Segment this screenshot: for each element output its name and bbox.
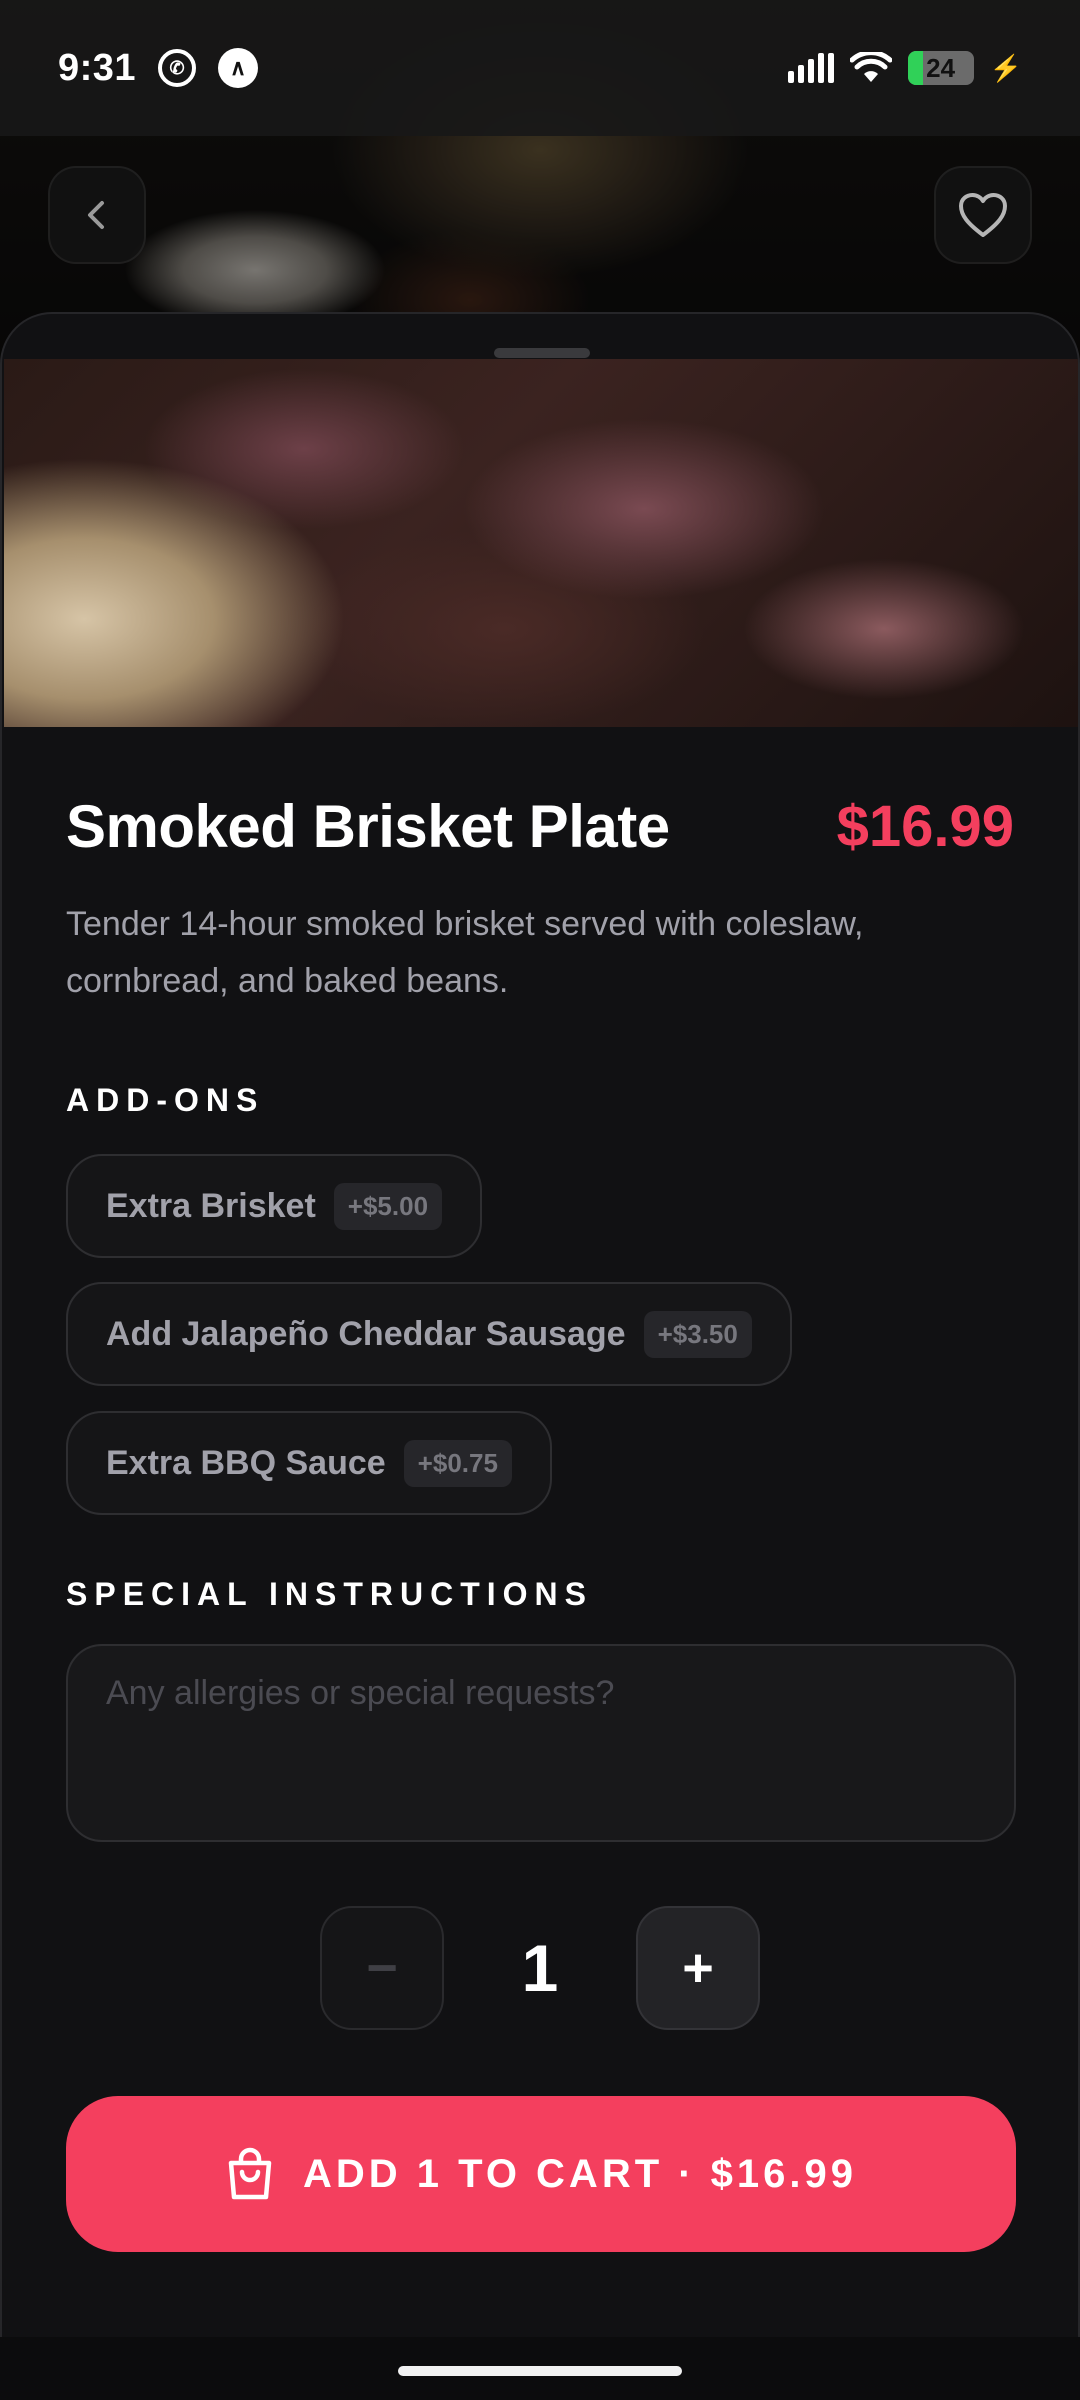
addon-extra-bbq-sauce[interactable]: Extra BBQ Sauce +$0.75 (66, 1411, 552, 1515)
status-right: 24 ⚡ (787, 51, 1022, 85)
quantity-increase-button[interactable]: + (636, 1906, 760, 2030)
back-button[interactable] (48, 166, 146, 264)
wifi-icon (849, 52, 892, 82)
product-title: Smoked Brisket Plate (66, 793, 670, 860)
addon-jalapeno-sausage[interactable]: Add Jalapeño Cheddar Sausage +$3.50 (66, 1282, 792, 1386)
special-instructions-input[interactable] (66, 1644, 1016, 1842)
signal-icon (787, 53, 834, 83)
product-price: $16.99 (836, 794, 1014, 859)
app-notification-icon: ∧ (218, 48, 259, 88)
status-time: 9:31 (58, 46, 137, 89)
quantity-value: 1 (521, 1931, 559, 2005)
whatsapp-icon: ✆ (158, 49, 197, 87)
addon-price: +$3.50 (643, 1310, 752, 1358)
addon-name: Extra Brisket (106, 1186, 316, 1225)
product-image (4, 359, 1078, 727)
addon-name: Extra BBQ Sauce (106, 1443, 386, 1482)
quantity-decrease-button[interactable]: − (320, 1906, 444, 2030)
battery-fill (907, 51, 924, 85)
addon-price: +$0.75 (403, 1439, 512, 1487)
add-to-cart-label: ADD 1 TO CART · $16.99 (302, 2151, 858, 2196)
chevron-left-icon (88, 201, 104, 229)
addon-price: +$5.00 (333, 1182, 443, 1230)
product-description: Tender 14-hour smoked brisket served wit… (66, 905, 864, 1000)
sheet-grab-handle[interactable] (494, 348, 590, 358)
add-to-cart-button[interactable]: ADD 1 TO CART · $16.99 (66, 2096, 1016, 2252)
home-indicator[interactable] (398, 2366, 682, 2376)
heart-icon (959, 193, 1007, 237)
charging-icon: ⚡ (989, 52, 1022, 83)
battery-icon: 24 (907, 51, 974, 85)
addon-name: Add Jalapeño Cheddar Sausage (106, 1314, 626, 1353)
battery-level: 24 (926, 52, 956, 83)
title-row: Smoked Brisket Plate $16.99 (66, 792, 1014, 861)
addon-extra-brisket[interactable]: Extra Brisket +$5.00 (66, 1154, 483, 1258)
favorite-button[interactable] (934, 166, 1032, 264)
instructions-heading: SPECIAL INSTRUCTIONS (66, 1576, 593, 1612)
addons-heading: ADD-ONS (66, 1082, 265, 1118)
status-bar: 9:31 ✆ ∧ 24 ⚡ (0, 0, 1080, 136)
shopping-bag-icon (228, 2147, 272, 2200)
status-left: 9:31 ✆ ∧ (58, 46, 259, 90)
